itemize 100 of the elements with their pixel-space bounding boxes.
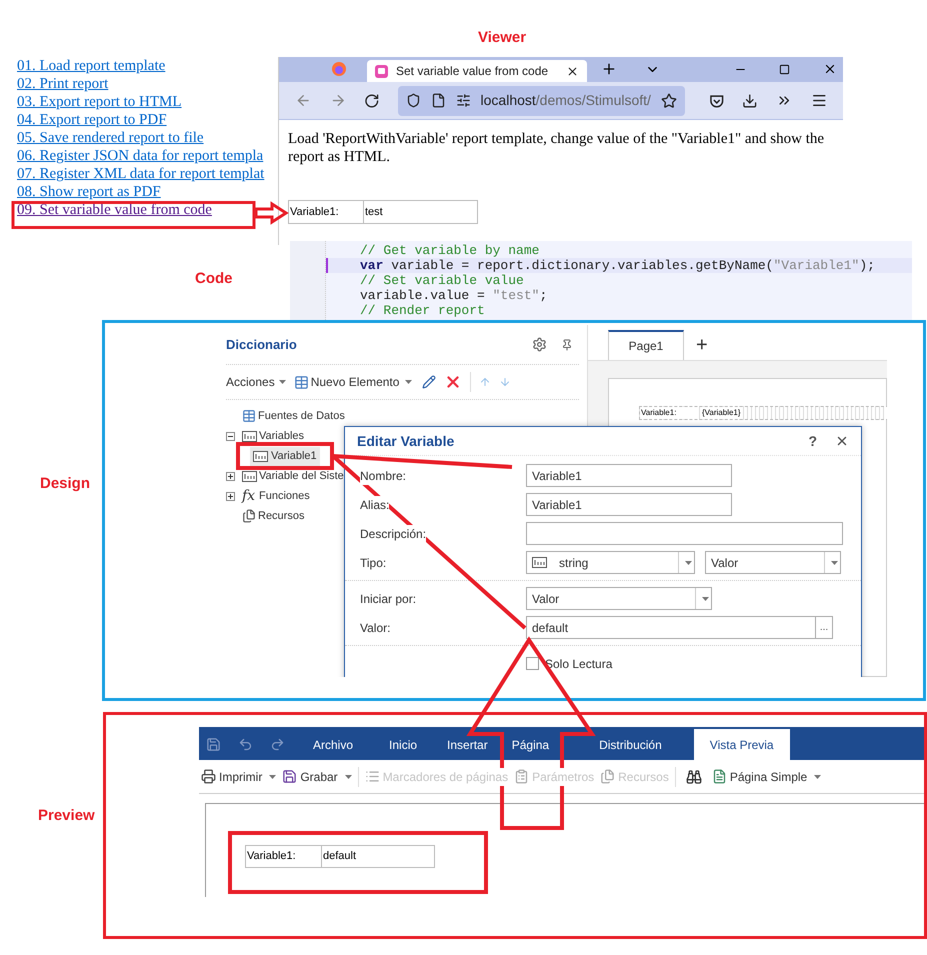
- close-icon[interactable]: [566, 64, 579, 78]
- expand-icon[interactable]: [226, 492, 235, 500]
- variable-icon: [242, 430, 257, 442]
- caret-icon: [702, 596, 709, 600]
- ribbon-tab[interactable]: Archivo: [295, 729, 372, 760]
- tree-item[interactable]: Fuentes de Datos: [258, 408, 345, 424]
- example-link[interactable]: 05. Save rendered report to file: [17, 129, 264, 147]
- text-field[interactable]: Variable1: [526, 493, 732, 516]
- download-icon[interactable]: [742, 92, 758, 108]
- browse-button[interactable]: ...: [816, 616, 833, 639]
- url-text: localhost/demos/Stimulsoft/: [480, 91, 651, 110]
- collapse-icon[interactable]: [226, 432, 235, 440]
- example-link[interactable]: 02. Print report: [17, 75, 264, 93]
- section-label: Design: [40, 474, 90, 494]
- clipboard-icon: [514, 769, 530, 784]
- ribbon-tab[interactable]: Inicio: [371, 729, 436, 760]
- save-icon[interactable]: [206, 737, 221, 752]
- example-link[interactable]: 06. Register JSON data for report templa: [17, 147, 264, 165]
- table-cell: Variable1:: [289, 201, 364, 223]
- toolbar-button[interactable]: Imprimir: [201, 768, 276, 786]
- find-icon[interactable]: [686, 768, 702, 784]
- document-icon: [600, 769, 616, 784]
- annotation-arrow: [254, 201, 289, 225]
- toolbar-button[interactable]: Grabar: [282, 768, 352, 786]
- back-icon[interactable]: [295, 92, 312, 109]
- pin-icon[interactable]: [561, 338, 573, 350]
- favicon-icon: [375, 64, 388, 78]
- example-link[interactable]: 03. Export report to HTML: [17, 93, 264, 111]
- checkbox[interactable]: [526, 657, 539, 670]
- address-bar[interactable]: localhost/demos/Stimulsoft/: [398, 86, 685, 116]
- new-tab-icon[interactable]: [601, 61, 617, 77]
- page-icon: [712, 769, 727, 784]
- menu-icon[interactable]: [810, 92, 828, 109]
- maximize-icon[interactable]: [779, 64, 790, 75]
- code-line: // Render report: [359, 303, 486, 318]
- list-icon: [364, 769, 380, 784]
- edit-icon[interactable]: [422, 375, 436, 389]
- value-field[interactable]: default: [526, 616, 816, 639]
- page-icon: [430, 93, 446, 108]
- tab-title: Set variable value from code: [396, 63, 550, 80]
- component-text: Variable1:: [640, 407, 698, 419]
- text-field[interactable]: [526, 522, 843, 545]
- permissions-icon: [456, 93, 471, 108]
- add-page-button[interactable]: +: [696, 330, 708, 360]
- text-field[interactable]: Variable1: [526, 464, 732, 487]
- code-line: // Set variable value: [359, 273, 525, 288]
- printer-icon: [201, 769, 216, 784]
- section-label: Viewer: [478, 28, 526, 48]
- mode-dropdown[interactable]: Valor: [705, 551, 841, 574]
- ribbon-tab[interactable]: Página: [502, 729, 560, 760]
- document-icon: [242, 509, 256, 523]
- type-dropdown[interactable]: string: [526, 551, 695, 574]
- bookmark-icon[interactable]: [660, 92, 677, 108]
- pocket-icon[interactable]: [708, 92, 724, 108]
- actions-button[interactable]: Acciones: [226, 373, 286, 391]
- tree-item[interactable]: Recursos: [258, 508, 304, 524]
- ribbon-tab[interactable]: Vista Previa: [694, 729, 790, 760]
- description-text: Load 'ReportWithVariable' report template, change value of the "Variable1" and show the report as HTML.: [288, 130, 826, 166]
- settings-icon[interactable]: [532, 337, 547, 352]
- ribbon-tab[interactable]: Insertar: [435, 729, 502, 760]
- example-link[interactable]: 04. Export report to PDF: [17, 111, 264, 129]
- caret-icon: [831, 560, 838, 564]
- browser-logo-icon: [331, 61, 347, 77]
- example-link[interactable]: 01. Load report template: [17, 57, 264, 75]
- close-icon[interactable]: [823, 62, 837, 76]
- caret-icon: [278, 380, 286, 384]
- variable-icon: [253, 450, 268, 462]
- example-link[interactable]: 09. Set variable value from code: [17, 201, 264, 219]
- table-icon: [242, 409, 256, 423]
- table-cell: Variable1:: [246, 846, 322, 867]
- redo-icon[interactable]: [270, 737, 285, 752]
- tree-item[interactable]: Variable1: [250, 446, 320, 466]
- function-icon: fx: [242, 486, 257, 506]
- toolbar-button[interactable]: Página Simple: [712, 768, 822, 786]
- dialog-title: Editar Variable: [357, 432, 456, 450]
- caret-icon: [405, 380, 412, 384]
- new-item-button[interactable]: Nuevo Elemento: [294, 373, 412, 391]
- page-tab[interactable]: Page1: [608, 330, 684, 360]
- example-link[interactable]: 08. Show report as PDF: [17, 183, 264, 201]
- example-link[interactable]: 07. Register XML data for report templat: [17, 165, 264, 183]
- undo-icon[interactable]: [238, 737, 253, 752]
- tree-item[interactable]: Variable del Siste: [259, 468, 344, 484]
- browser-tab[interactable]: Set variable value from code: [367, 60, 587, 82]
- reload-icon[interactable]: [364, 92, 380, 108]
- caret-icon: [685, 560, 692, 564]
- table-cell-text: default: [322, 849, 358, 864]
- section-label: Preview: [38, 806, 95, 826]
- close-icon[interactable]: [835, 434, 849, 448]
- ribbon-tab[interactable]: Distribución: [559, 729, 680, 760]
- help-button[interactable]: ?: [808, 430, 817, 452]
- tree-item[interactable]: Funciones: [259, 488, 310, 504]
- tree-item[interactable]: Variables: [259, 428, 304, 444]
- init-dropdown[interactable]: Valor: [526, 587, 712, 610]
- component-text: {Variable1}: [701, 407, 742, 419]
- table-icon: [294, 374, 309, 390]
- save-icon: [282, 769, 298, 784]
- field-label: Descripción:: [360, 524, 426, 542]
- expand-icon[interactable]: [226, 472, 235, 480]
- code-line: variable.value = "test";: [359, 288, 548, 303]
- section-label: Code: [195, 269, 232, 289]
